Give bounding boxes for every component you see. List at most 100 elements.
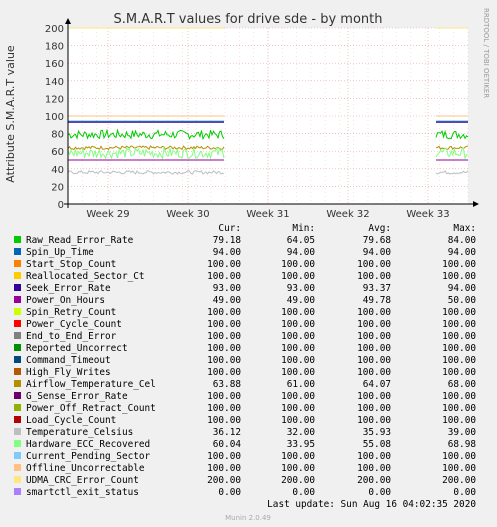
- legend-min: 100.00: [281, 403, 315, 414]
- legend-cur: 100.00: [207, 259, 241, 270]
- legend-name: Power_Cycle_Count: [26, 319, 122, 330]
- legend-swatch: [14, 368, 21, 375]
- legend-name: smartctl_exit_status: [26, 487, 139, 498]
- legend-name: Current_Pending_Sector: [26, 451, 151, 462]
- legend-name: Power_On_Hours: [26, 295, 105, 306]
- legend-min: 100.00: [281, 367, 315, 378]
- legend-name: Command_Timeout: [26, 355, 111, 366]
- legend-name: G_Sense_Error_Rate: [26, 391, 128, 402]
- legend-swatch: [14, 452, 21, 459]
- legend-avg: 64.07: [363, 379, 391, 390]
- y-tick-label: 60: [51, 147, 64, 158]
- legend-min: 100.00: [281, 355, 315, 366]
- legend-avg: 100.00: [357, 451, 391, 462]
- legend-swatch: [14, 344, 21, 351]
- y-tick-label: 100: [45, 112, 64, 123]
- legend-avg: 100.00: [357, 259, 391, 270]
- y-tick-label: 160: [45, 59, 64, 70]
- legend-min: 94.00: [287, 247, 316, 258]
- y-tick-label: 80: [51, 130, 64, 141]
- legend-max: 100.00: [442, 403, 476, 414]
- legend-cur: 60.04: [213, 439, 242, 450]
- legend-swatch: [14, 308, 21, 315]
- y-tick-label: 0: [58, 200, 64, 211]
- legend-cur: 100.00: [207, 343, 241, 354]
- legend-name: Hardware_ECC_Recovered: [26, 439, 150, 450]
- legend-min: 64.05: [287, 235, 315, 246]
- legend-cur: 93.00: [213, 283, 242, 294]
- legend-min: 100.00: [281, 451, 315, 462]
- x-tick-label: Week 31: [246, 209, 289, 220]
- legend-cur: 100.00: [207, 367, 241, 378]
- y-tick-label: 20: [51, 182, 64, 193]
- legend-name: Power_Off_Retract_Count: [26, 403, 156, 414]
- legend-name: Raw_Read_Error_Rate: [26, 235, 134, 246]
- legend-name: UDMA_CRC_Error_Count: [26, 475, 139, 486]
- y-tick-label: 140: [45, 77, 64, 88]
- legend-max: 0.00: [453, 487, 476, 498]
- legend-min: 100.00: [281, 307, 315, 318]
- x-tick-label: Week 32: [326, 209, 369, 220]
- legend-swatch: [14, 332, 21, 339]
- legend-name: End_to_End_Error: [26, 331, 117, 342]
- legend-min: 93.00: [287, 283, 316, 294]
- legend-max: 200.00: [442, 475, 476, 486]
- legend-cur: 94.00: [213, 247, 242, 258]
- legend-cur: 36.12: [213, 427, 241, 438]
- legend-swatch: [14, 404, 21, 411]
- chart-title: S.M.A.R.T values for drive sde - by mont…: [113, 12, 382, 27]
- legend-header-max: Max:: [453, 223, 476, 234]
- legend-avg: 100.00: [357, 355, 391, 366]
- legend-swatch: [14, 296, 21, 303]
- legend-min: 100.00: [281, 463, 315, 474]
- legend-name: Temperature_Celsius: [26, 427, 133, 438]
- y-tick-label: 180: [45, 42, 64, 53]
- legend-avg: 93.37: [363, 283, 391, 294]
- rrdtool-watermark: RRDTOOL / TOBI OETIKER: [482, 8, 490, 98]
- legend-avg: 49.78: [363, 295, 392, 306]
- legend-max: 100.00: [442, 259, 476, 270]
- legend-min: 100.00: [281, 391, 315, 402]
- legend-avg: 100.00: [357, 391, 391, 402]
- legend-swatch: [14, 272, 21, 279]
- legend: Cur: Min: Avg: Max: Raw_Read_Error_Rate 7…: [14, 223, 476, 498]
- y-tick-label: 40: [51, 165, 64, 176]
- legend-cur: 100.00: [207, 403, 241, 414]
- x-axis-arrow: [473, 201, 479, 207]
- legend-min: 100.00: [281, 343, 315, 354]
- legend-swatch: [14, 428, 21, 435]
- smart-chart: S.M.A.R.T values for drive sde - by mont…: [4, 8, 490, 522]
- legend-name: Spin_Retry_Count: [26, 307, 116, 318]
- legend-swatch: [14, 320, 21, 327]
- legend-cur: 63.88: [213, 379, 242, 390]
- y-axis-arrow: [65, 18, 71, 24]
- legend-cur: 0.00: [218, 487, 241, 498]
- legend-max: 68.98: [448, 439, 477, 450]
- legend-max: 100.00: [442, 463, 476, 474]
- munin-version: Munin 2.0.49: [225, 514, 271, 522]
- y-tick-label: 200: [45, 24, 64, 35]
- legend-max: 100.00: [442, 391, 476, 402]
- legend-swatch: [14, 380, 21, 387]
- legend-header-min: Min:: [292, 223, 315, 234]
- legend-cur: 100.00: [207, 391, 241, 402]
- legend-max: 100.00: [442, 307, 476, 318]
- legend-swatch: [14, 260, 21, 267]
- legend-avg: 100.00: [357, 331, 391, 342]
- legend-max: 94.00: [448, 283, 477, 294]
- legend-avg: 79.68: [363, 235, 392, 246]
- legend-name: Seek_Error_Rate: [26, 283, 111, 294]
- legend-avg: 100.00: [357, 463, 391, 474]
- y-tick-labels: 0 20 40 60 80 100 120 140 160 180 200: [45, 24, 64, 211]
- legend-avg: 35.93: [363, 427, 391, 438]
- legend-max: 84.00: [448, 235, 477, 246]
- x-tick-labels: Week 29 Week 30 Week 31 Week 32 Week 33: [86, 209, 449, 220]
- legend-avg: 100.00: [357, 307, 391, 318]
- legend-swatch: [14, 284, 21, 291]
- last-update: Last update: Sun Aug 16 04:02:35 2020: [267, 499, 476, 510]
- legend-swatch: [14, 476, 21, 483]
- legend-min: 100.00: [281, 319, 315, 330]
- legend-name: Load_Cycle_Count: [26, 415, 116, 426]
- legend-max: 100.00: [442, 343, 476, 354]
- y-axis-label: Attribute S.M.A.R.T value: [4, 45, 17, 183]
